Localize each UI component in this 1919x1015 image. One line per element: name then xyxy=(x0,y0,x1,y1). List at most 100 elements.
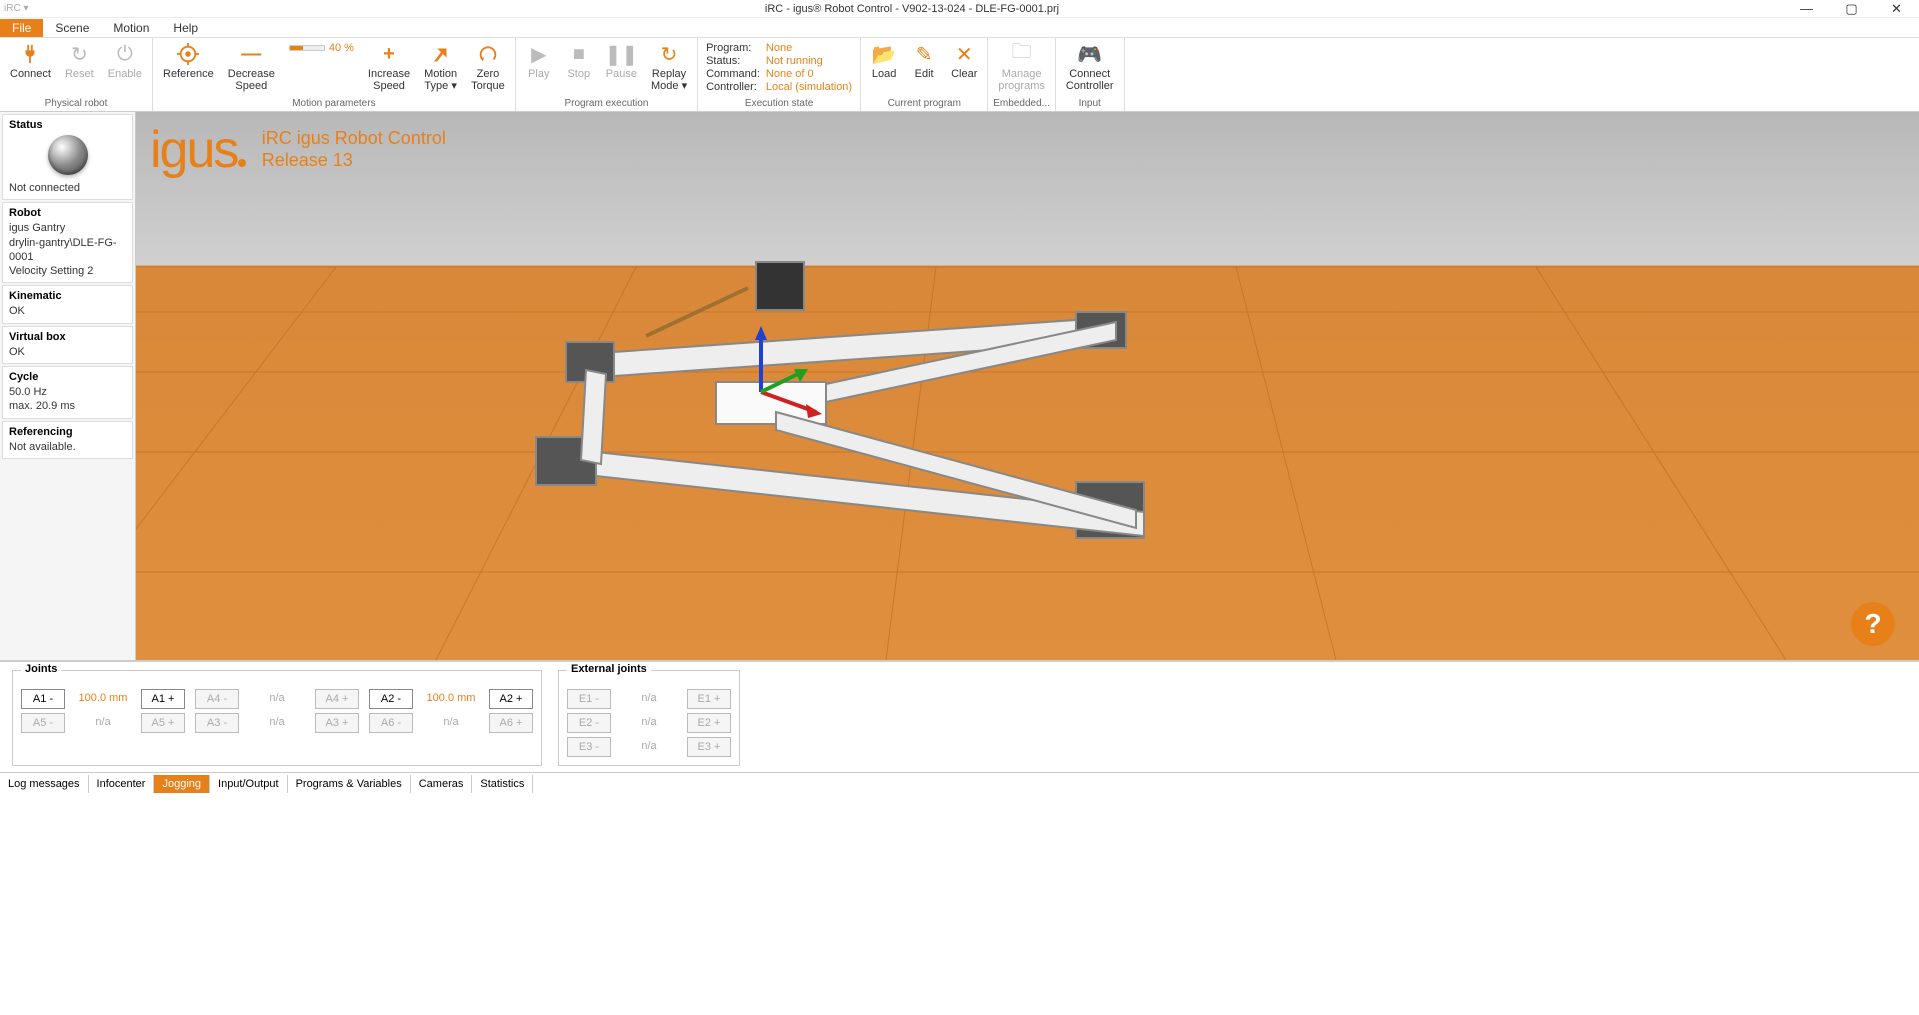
zero-torque-button[interactable]: Zero Torque xyxy=(465,40,511,94)
titlebar: iRC ▾ iRC - igus® Robot Control - V902-1… xyxy=(0,0,1919,18)
reset-icon: ↻ xyxy=(67,42,91,66)
exec-controller: Local (simulation) xyxy=(766,81,852,93)
replay-icon: ↻ xyxy=(657,42,681,66)
app-tag[interactable]: iRC ▾ xyxy=(0,3,40,14)
tab-infocenter[interactable]: Infocenter xyxy=(89,775,155,793)
exec-command: None of 0 xyxy=(766,68,852,80)
menu-file[interactable]: File xyxy=(0,19,43,37)
joint-minus-button[interactable]: A2 - xyxy=(369,689,413,709)
kinematic-section: Kinematic OK xyxy=(2,285,133,323)
menu-motion[interactable]: Motion xyxy=(101,19,161,37)
exec-status: Not running xyxy=(766,55,852,67)
tab-programs-variables[interactable]: Programs & Variables xyxy=(288,775,411,793)
ext-joint-plus-button: E3 + xyxy=(687,737,731,757)
menu-help[interactable]: Help xyxy=(161,19,210,37)
robot-section: Robot igus Gantry drylin-gantry\DLE-FG-0… xyxy=(2,202,133,283)
execution-state-grid: Program:None Status:Not running Command:… xyxy=(702,40,856,95)
gamepad-icon: 🎮 xyxy=(1078,42,1102,66)
tab-statistics[interactable]: Statistics xyxy=(472,775,533,793)
virtual-box-section: Virtual box OK xyxy=(2,326,133,364)
edit-icon: ✎ xyxy=(912,42,936,66)
joint-plus-button: A4 + xyxy=(315,689,359,709)
window-title: iRC - igus® Robot Control - V902-13-024 … xyxy=(40,3,1784,15)
motion-type-button[interactable]: Motion Type ▾ xyxy=(418,40,463,94)
joint-minus-button: A4 - xyxy=(195,689,239,709)
plus-icon: + xyxy=(377,42,401,66)
tab-cameras[interactable]: Cameras xyxy=(411,775,473,793)
decrease-speed-button[interactable]: — Decrease Speed xyxy=(222,40,281,94)
clear-button[interactable]: ✕Clear xyxy=(945,40,983,82)
status-sidebar: Status Not connected Robot igus Gantry d… xyxy=(0,112,136,660)
enable-button[interactable]: ⏻ Enable xyxy=(102,40,148,82)
tab-jogging[interactable]: Jogging xyxy=(154,775,210,793)
menubar: File Scene Motion Help xyxy=(0,18,1919,38)
group-motion-parameters: Motion parameters xyxy=(157,97,511,109)
power-icon: ⏻ xyxy=(113,42,137,66)
stop-button[interactable]: ■Stop xyxy=(560,40,598,82)
close-button[interactable]: ✕ xyxy=(1874,0,1919,18)
bottom-tabs: Log messages Infocenter Jogging Input/Ou… xyxy=(0,772,1919,794)
joint-value: 100.0 mm xyxy=(423,689,479,709)
group-physical-robot: Physical robot xyxy=(4,97,148,109)
joint-minus-button[interactable]: A1 - xyxy=(21,689,65,709)
joint-minus-button: A3 - xyxy=(195,713,239,733)
exec-program: None xyxy=(766,42,852,54)
joint-value: n/a xyxy=(249,689,305,709)
minimize-button[interactable]: — xyxy=(1784,0,1829,18)
status-value: Not connected xyxy=(9,181,126,195)
ribbon: Connect ↻ Reset ⏻ Enable Physical robot … xyxy=(0,38,1919,112)
joint-value: n/a xyxy=(423,713,479,733)
load-button[interactable]: 📂Load xyxy=(865,40,903,82)
ext-joint-minus-button: E3 - xyxy=(567,737,611,757)
edit-button[interactable]: ✎Edit xyxy=(905,40,943,82)
maximize-button[interactable]: ▢ xyxy=(1829,0,1874,18)
target-icon xyxy=(176,42,200,66)
ext-joint-value: n/a xyxy=(621,737,677,757)
joint-plus-button[interactable]: A2 + xyxy=(489,689,533,709)
cycle-section: Cycle 50.0 Hz max. 20.9 ms xyxy=(2,366,133,419)
connect-button[interactable]: Connect xyxy=(4,40,57,82)
clear-icon: ✕ xyxy=(952,42,976,66)
pause-button[interactable]: ❚❚Pause xyxy=(600,40,643,82)
arm-icon xyxy=(429,42,453,66)
joints-group: Joints A1 -100.0 mmA1 +A4 -n/aA4 +A2 -10… xyxy=(12,670,542,766)
joint-minus-button: A6 - xyxy=(369,713,413,733)
minus-icon: — xyxy=(239,42,263,66)
group-current-program: Current program xyxy=(865,97,983,109)
programs-icon: 🗀 xyxy=(1010,42,1034,66)
group-execution-state: Execution state xyxy=(702,97,856,109)
joint-minus-button: A5 - xyxy=(21,713,65,733)
folder-icon: 📂 xyxy=(872,42,896,66)
help-button[interactable]: ? xyxy=(1851,602,1895,646)
joint-plus-button[interactable]: A1 + xyxy=(141,689,185,709)
increase-speed-button[interactable]: + Increase Speed xyxy=(362,40,416,94)
tab-log-messages[interactable]: Log messages xyxy=(0,775,89,793)
speed-indicator: 40 % xyxy=(283,40,360,56)
reset-button[interactable]: ↻ Reset xyxy=(59,40,100,82)
group-input: Input xyxy=(1060,97,1120,109)
status-orb-icon xyxy=(48,135,88,175)
reference-button[interactable]: Reference xyxy=(157,40,220,82)
joint-plus-button: A6 + xyxy=(489,713,533,733)
referencing-value: Not available. xyxy=(9,440,126,454)
speed-value: 40 % xyxy=(329,42,354,54)
virtual-box-value: OK xyxy=(9,345,126,359)
menu-scene[interactable]: Scene xyxy=(43,19,101,37)
joint-value: n/a xyxy=(75,713,131,733)
group-embedded: Embedded... xyxy=(992,97,1050,109)
viewport-3d[interactable]: igus iRC igus Robot Control Release 13 xyxy=(136,112,1919,660)
manage-programs-button[interactable]: 🗀Manage programs xyxy=(992,40,1050,94)
play-icon: ▶ xyxy=(527,42,551,66)
tab-input-output[interactable]: Input/Output xyxy=(210,775,288,793)
main-area: Status Not connected Robot igus Gantry d… xyxy=(0,112,1919,660)
ext-joint-plus-button: E2 + xyxy=(687,713,731,733)
external-joints-group: External joints E1 -n/aE1 +E2 -n/aE2 +E3… xyxy=(558,670,740,766)
stop-icon: ■ xyxy=(567,42,591,66)
pause-icon: ❚❚ xyxy=(609,42,633,66)
play-button[interactable]: ▶Play xyxy=(520,40,558,82)
replay-mode-button[interactable]: ↻Replay Mode ▾ xyxy=(645,40,693,94)
ext-joint-minus-button: E1 - xyxy=(567,689,611,709)
group-program-execution: Program execution xyxy=(520,97,693,109)
connect-controller-button[interactable]: 🎮Connect Controller xyxy=(1060,40,1120,94)
kinematic-value: OK xyxy=(9,304,126,318)
